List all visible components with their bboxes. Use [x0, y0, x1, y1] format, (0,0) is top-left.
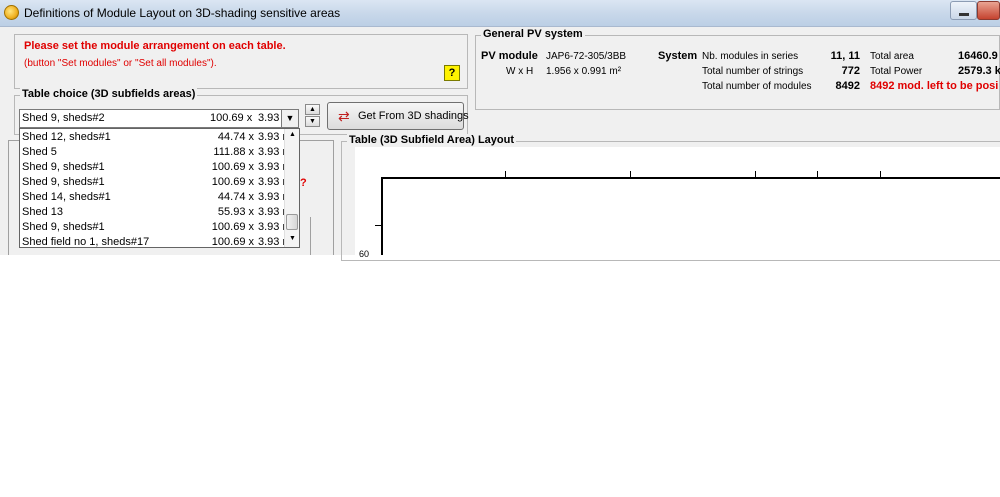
dropdown-scrollbar[interactable]: ▲ ▼ [284, 129, 299, 247]
list-item-name: Shed 9, sheds#1 [22, 161, 105, 173]
x-tick [505, 171, 506, 177]
list-item-width: 3.93 r [258, 191, 287, 203]
title-bar[interactable]: Definitions of Module Layout on 3D-shadi… [0, 0, 1000, 27]
table-select-length: 100.69 x [210, 112, 253, 124]
modules-value: 8492 [835, 80, 860, 92]
power-label: Total Power [870, 66, 923, 77]
table-dropdown-list[interactable]: Shed 12, sheds#1 44.74 x 3.93 r Shed 5 111.8… [19, 128, 300, 248]
warning-sub-text: (button "Set modules" or "Set all module… [24, 58, 217, 69]
layout-plot[interactable]: 60 [355, 147, 1000, 259]
window-title: Definitions of Module Layout on 3D-shadi… [24, 6, 341, 20]
strings-label: Total number of strings [702, 66, 804, 77]
get-button-label: Get From 3D shadings [358, 110, 469, 122]
wxh-value: 1.956 x 0.991 m² [546, 66, 622, 77]
hidden-warning-glyph: ? [300, 177, 307, 189]
help-button[interactable]: ? [444, 65, 460, 81]
general-pv-title: General PV system [481, 28, 585, 40]
modules-left-status: 8492 mod. left to be posi [870, 80, 999, 92]
y-tick [375, 225, 381, 226]
x-tick [880, 171, 881, 177]
scroll-thumb[interactable] [286, 214, 298, 230]
inner-panel-edge [310, 217, 311, 255]
nb-series-label: Nb. modules in series [702, 51, 799, 62]
list-item-length: 44.74 x [217, 131, 254, 143]
minimize-button[interactable] [950, 1, 977, 20]
y-tick-label: 60 [359, 249, 370, 259]
pv-module-value: JAP6-72-305/3BB [546, 51, 627, 62]
warning-main-text: Please set the module arrangement on eac… [24, 40, 286, 52]
list-item-length: 44.74 x [217, 191, 254, 203]
table-select-width: 3.93 [258, 112, 280, 124]
list-item-name: Shed 13 [22, 206, 63, 218]
minimize-icon [959, 13, 969, 16]
left-panel-right-edge [333, 140, 334, 255]
get-from-3d-shadings-button[interactable]: ⇄ Get From 3D shadings [327, 102, 469, 130]
layout-title: Table (3D Subfield Area) Layout [347, 134, 517, 146]
x-tick [817, 171, 818, 177]
transfer-arrows-icon: ⇄ [338, 108, 350, 124]
spin-up-button[interactable]: ▲ [305, 104, 320, 115]
list-item-length: 100.69 x [211, 221, 254, 233]
nb-series-value: 11, 11 [830, 50, 860, 62]
list-item[interactable]: Shed 13 55.93 x 3.93 r [20, 205, 287, 220]
app-icon [4, 5, 19, 20]
x-tick [755, 171, 756, 177]
list-item[interactable]: Shed field no 1, sheds#17 100.69 x 3.93 r [20, 235, 287, 248]
list-item-length: 55.93 x [217, 206, 254, 218]
system-label: System [658, 50, 698, 62]
spin-down-button[interactable]: ▼ [305, 116, 320, 127]
list-item-name: Shed 9, sheds#1 [22, 176, 105, 188]
scroll-up-icon[interactable]: ▲ [289, 131, 296, 138]
list-item-width: 3.93 r [258, 221, 287, 233]
list-item-length: 100.69 x [211, 236, 254, 248]
close-button[interactable] [977, 1, 1000, 20]
list-item[interactable]: Shed 12, sheds#1 44.74 x 3.93 r [20, 130, 287, 145]
list-item-name: Shed 12, sheds#1 [22, 131, 111, 143]
list-item-length: 100.69 x [211, 176, 254, 188]
plot-y-axis [381, 177, 383, 255]
list-item-width: 3.93 r [258, 131, 287, 143]
chevron-down-icon[interactable]: ▼ [281, 110, 298, 127]
list-item[interactable]: Shed 5 111.88 x 3.93 r [20, 145, 287, 160]
table-choice-title: Table choice (3D subfields areas) [20, 88, 198, 100]
scroll-down-icon[interactable]: ▼ [289, 235, 296, 242]
area-label: Total area [870, 51, 914, 62]
list-item-name: Shed 14, sheds#1 [22, 191, 111, 203]
list-item-width: 3.93 r [258, 176, 287, 188]
list-item-width: 3.93 r [258, 146, 287, 158]
wxh-label: W x H [506, 66, 534, 77]
list-item-width: 3.93 r [258, 161, 287, 173]
list-item-name: Shed field no 1, sheds#17 [22, 236, 150, 248]
list-item[interactable]: Shed 9, sheds#1 100.69 x 3.93 r [20, 175, 287, 190]
power-value: 2579.3 k [958, 65, 1000, 77]
table-select-value: Shed 9, sheds#2 [22, 112, 105, 124]
list-item[interactable]: Shed 9, sheds#1 100.69 x 3.93 r [20, 220, 287, 235]
list-item[interactable]: Shed 9, sheds#1 100.69 x 3.93 r [20, 160, 287, 175]
pv-module-label: PV module [481, 50, 538, 62]
plot-x-axis [381, 177, 1000, 179]
list-item[interactable]: Shed 14, sheds#1 44.74 x 3.93 r [20, 190, 287, 205]
list-item-name: Shed 5 [22, 146, 57, 158]
modules-label: Total number of modules [702, 81, 812, 92]
list-item-length: 100.69 x [211, 161, 254, 173]
area-value: 16460.9 [958, 50, 998, 62]
table-select[interactable]: Shed 9, sheds#2 100.69 x 3.93 ▼ [19, 109, 299, 128]
window-body: Please set the module arrangement on eac… [0, 27, 1000, 261]
x-tick [630, 171, 631, 177]
list-item-name: Shed 9, sheds#1 [22, 221, 105, 233]
left-panel-edge [8, 140, 9, 255]
list-item-width: 3.93 r [258, 236, 287, 248]
list-item-length: 111.88 x [213, 146, 254, 158]
strings-value: 772 [841, 65, 860, 77]
list-item-width: 3.93 r [258, 206, 287, 218]
